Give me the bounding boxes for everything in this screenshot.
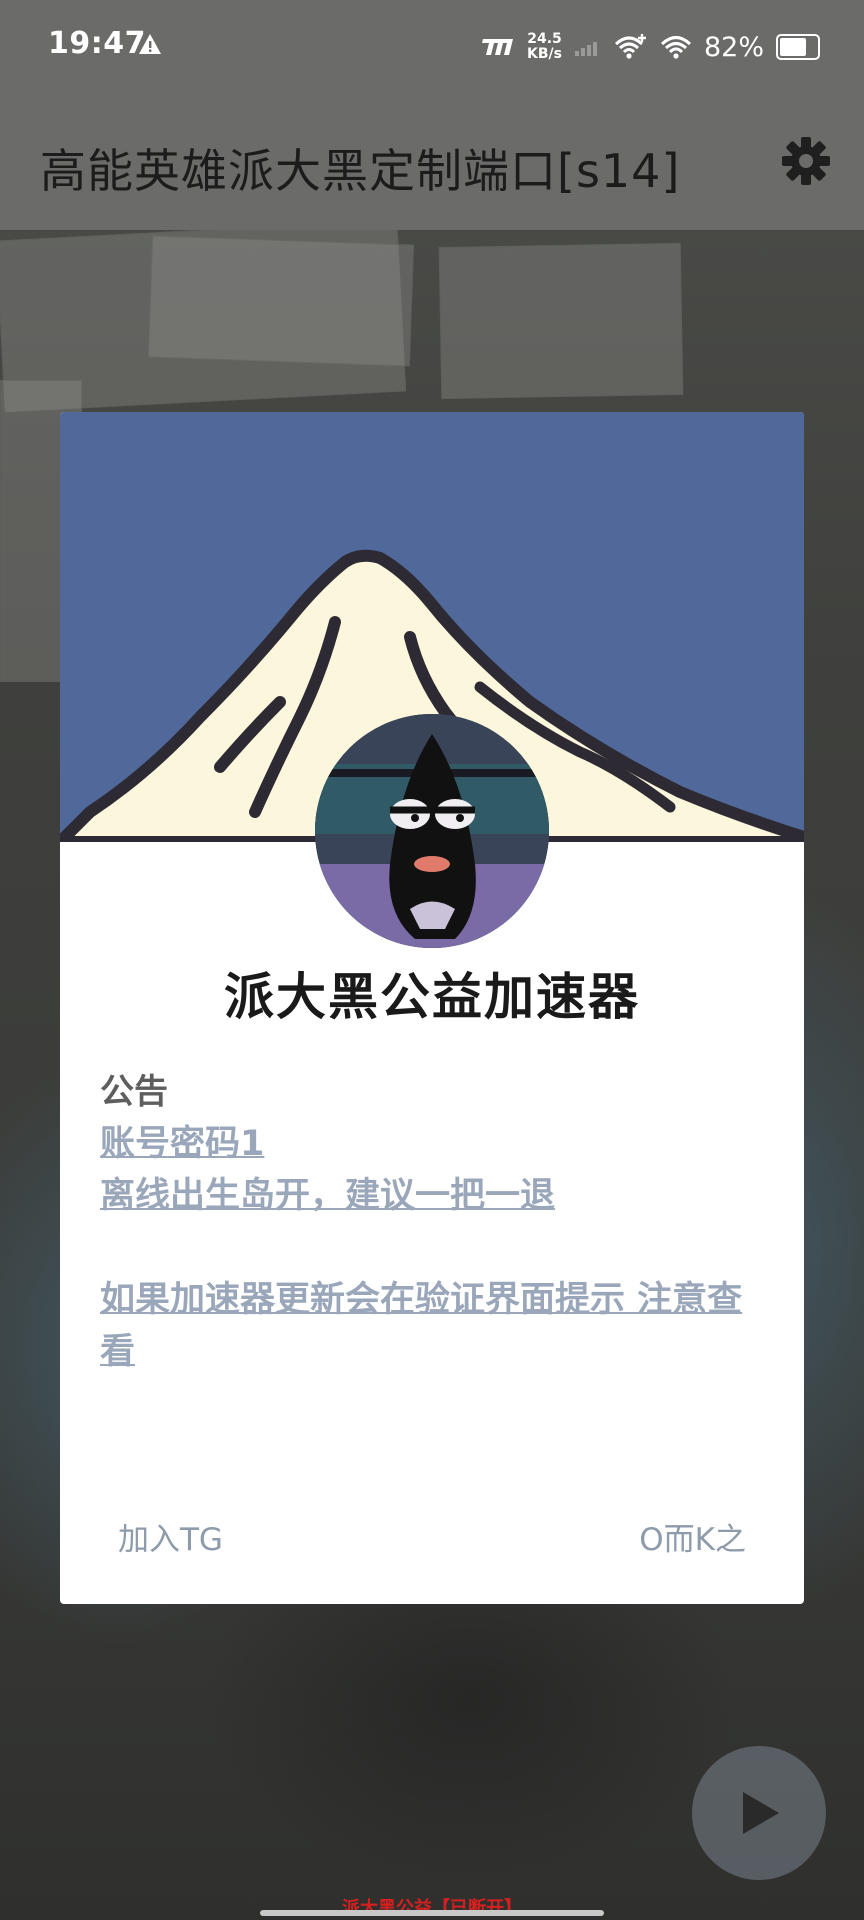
- app-title: 高能英雄派大黑定制端口[s14]: [40, 144, 681, 198]
- home-indicator[interactable]: [260, 1910, 604, 1916]
- notice-line[interactable]: 账号密码1: [100, 1118, 764, 1170]
- background-paper: [147, 235, 415, 367]
- join-tg-button[interactable]: 加入TG: [100, 1502, 241, 1571]
- signal-icon: [574, 42, 597, 56]
- wifi-icon: [660, 36, 692, 59]
- status-icons: 24.5 KB/s 82%: [477, 22, 820, 72]
- avatar: [315, 714, 549, 948]
- gear-icon[interactable]: [780, 135, 832, 187]
- play-button[interactable]: [692, 1746, 826, 1880]
- wifi-plus-icon: [614, 34, 646, 59]
- battery-percent: 82%: [703, 31, 764, 63]
- ok-button[interactable]: O而K之: [621, 1502, 764, 1571]
- warning-icon: [139, 34, 161, 54]
- network-speed-unit: KB/s: [527, 46, 562, 62]
- battery-icon: [776, 34, 820, 60]
- notice-body: 账号密码1 离线出生岛开，建议一把一退 如果加速器更新会在验证界面提示 注意查看: [100, 1118, 764, 1378]
- network-speed: 24.5 KB/s: [527, 32, 562, 62]
- notice-line[interactable]: 如果加速器更新会在验证界面提示 注意查看: [100, 1274, 764, 1378]
- notice-heading: 公告: [100, 1072, 168, 1112]
- notice-blank-line: [100, 1222, 764, 1274]
- connection-status: 派大黑公益【已断开】: [342, 1898, 522, 1919]
- network-speed-value: 24.5: [527, 31, 562, 47]
- app-bar: 高能英雄派大黑定制端口[s14]: [0, 95, 864, 230]
- status-bar: 19:47 24.5 KB/s 82%: [0, 0, 864, 95]
- dialog-title: 派大黑公益加速器: [224, 968, 640, 1026]
- notice-line[interactable]: 离线出生岛开，建议一把一退: [100, 1170, 764, 1222]
- play-icon: [743, 1792, 779, 1834]
- battery-fill: [780, 38, 806, 56]
- background-paper: [438, 242, 684, 400]
- announcement-dialog: 派大黑公益加速器 公告 账号密码1 离线出生岛开，建议一把一退 如果加速器更新会…: [60, 412, 804, 1604]
- carrier-logo-icon: [482, 39, 514, 55]
- clock: 19:47: [48, 26, 146, 61]
- patrick-avatar-image: [315, 714, 549, 948]
